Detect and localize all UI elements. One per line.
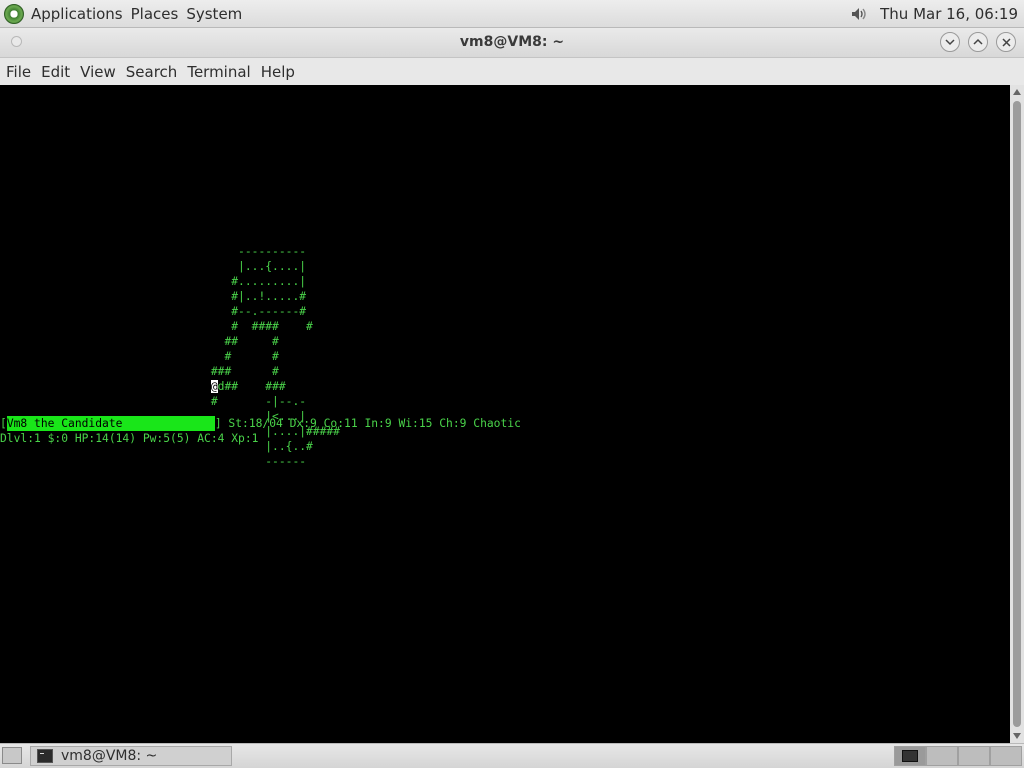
window-controls — [932, 32, 1016, 52]
map-line: ---------- — [0, 245, 307, 258]
window-title: vm8@VM8: ~ — [459, 34, 565, 50]
map-line: #|..!.....# — [0, 290, 307, 303]
chevron-down-icon — [945, 39, 955, 46]
map-line: # # — [0, 350, 279, 363]
edit-menu[interactable]: Edit — [41, 63, 70, 81]
scroll-up-icon[interactable] — [1013, 89, 1021, 95]
workspace-1[interactable] — [894, 746, 926, 766]
applications-menu[interactable]: Applications — [31, 5, 123, 23]
window-titlebar[interactable]: vm8@VM8: ~ — [0, 28, 1024, 58]
terminal-scrollbar[interactable] — [1010, 85, 1024, 743]
map-line: |...{....| — [0, 260, 307, 273]
map-line-rest: d## ### — [217, 380, 286, 393]
top-panel: Applications Places System Thu Mar 16, 0… — [0, 0, 1024, 28]
volume-icon[interactable] — [850, 5, 868, 23]
terminal-menubar: File Edit View Search Terminal Help — [0, 58, 1024, 85]
search-menu[interactable]: Search — [126, 63, 178, 81]
workspace-3[interactable] — [958, 746, 990, 766]
map-line: #.........| — [0, 275, 307, 288]
minimize-button[interactable] — [940, 32, 960, 52]
bottom-panel: vm8@VM8: ~ — [0, 743, 1024, 768]
map-line: # -|--.- — [0, 395, 307, 408]
system-menu[interactable]: System — [186, 5, 242, 23]
map-line: #--.------# — [0, 305, 307, 318]
view-menu[interactable]: View — [80, 63, 116, 81]
terminal-icon — [37, 749, 53, 763]
scroll-thumb[interactable] — [1013, 101, 1021, 727]
help-menu[interactable]: Help — [261, 63, 295, 81]
terminal-area[interactable]: ---------- |...{....| #.........| #|..!.… — [0, 85, 1010, 743]
close-icon — [1001, 37, 1011, 47]
taskbar-item-terminal[interactable]: vm8@VM8: ~ — [30, 746, 232, 766]
close-button[interactable] — [996, 32, 1016, 52]
map-line-prefix — [0, 380, 211, 393]
map-line: ### # — [0, 365, 279, 378]
file-menu[interactable]: File — [6, 63, 31, 81]
maximize-button[interactable] — [968, 32, 988, 52]
clock[interactable]: Thu Mar 16, 06:19 — [880, 5, 1018, 23]
workspace-switcher — [894, 746, 1022, 766]
map-line: # #### # — [0, 320, 313, 333]
distro-logo-icon[interactable] — [4, 4, 24, 24]
status-bracket: [ — [0, 417, 7, 430]
chevron-up-icon — [973, 38, 983, 45]
character-name: Vm8 the Candidate — [6, 416, 215, 431]
status-line-2: Dlvl:1 $:0 HP:14(14) Pw:5(5) AC:4 Xp:1 — [0, 432, 259, 445]
character-stats: ] St:18/04 Dx:9 Co:11 In:9 Wi:15 Ch:9 Ch… — [214, 417, 521, 430]
terminal-menu[interactable]: Terminal — [187, 63, 250, 81]
panel-menus: Applications Places System — [4, 0, 250, 28]
map-line: ------ — [0, 455, 307, 468]
workspace-window-icon — [902, 750, 918, 762]
show-desktop-button[interactable] — [2, 747, 22, 764]
tray-area: Thu Mar 16, 06:19 — [850, 0, 1018, 28]
status-line-1: [Vm8 the Candidate] St:18/04 Dx:9 Co:11 … — [0, 416, 521, 431]
workspace-4[interactable] — [990, 746, 1022, 766]
places-menu[interactable]: Places — [131, 5, 179, 23]
workspace-2[interactable] — [926, 746, 958, 766]
map-line-cursor: @d## ### — [0, 380, 286, 393]
scroll-down-icon[interactable] — [1013, 733, 1021, 739]
player-cursor: @ — [210, 380, 218, 393]
map-line: ## # — [0, 335, 279, 348]
taskbar-item-label: vm8@VM8: ~ — [61, 748, 158, 764]
